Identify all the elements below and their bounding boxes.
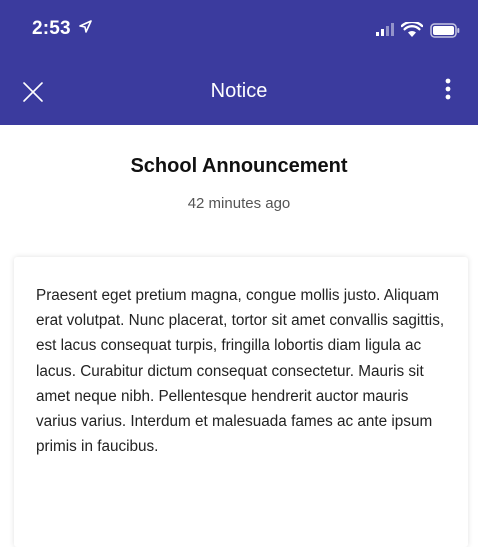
status-bar: 2:53 (0, 0, 478, 60)
status-time: 2:53 (32, 18, 93, 40)
status-time-text: 2:53 (32, 18, 71, 39)
more-vertical-icon (445, 78, 451, 100)
announcement-body: Praesent eget pretium magna, congue moll… (36, 287, 445, 456)
location-arrow-icon (79, 20, 93, 33)
announcement-card: Praesent eget pretium magna, congue moll… (14, 257, 468, 547)
announcement-title: School Announcement (130, 155, 348, 177)
content-area: School Announcement 42 minutes ago Praes… (0, 125, 478, 547)
status-icons (375, 20, 460, 40)
announcement-timestamp: 42 minutes ago (187, 195, 291, 212)
battery-icon (430, 22, 460, 38)
page-title: Notice (210, 80, 268, 102)
signal-icon (376, 23, 394, 36)
more-options-button[interactable] (436, 76, 460, 106)
nav-bar: Notice (0, 60, 478, 125)
wifi-icon (401, 22, 423, 37)
